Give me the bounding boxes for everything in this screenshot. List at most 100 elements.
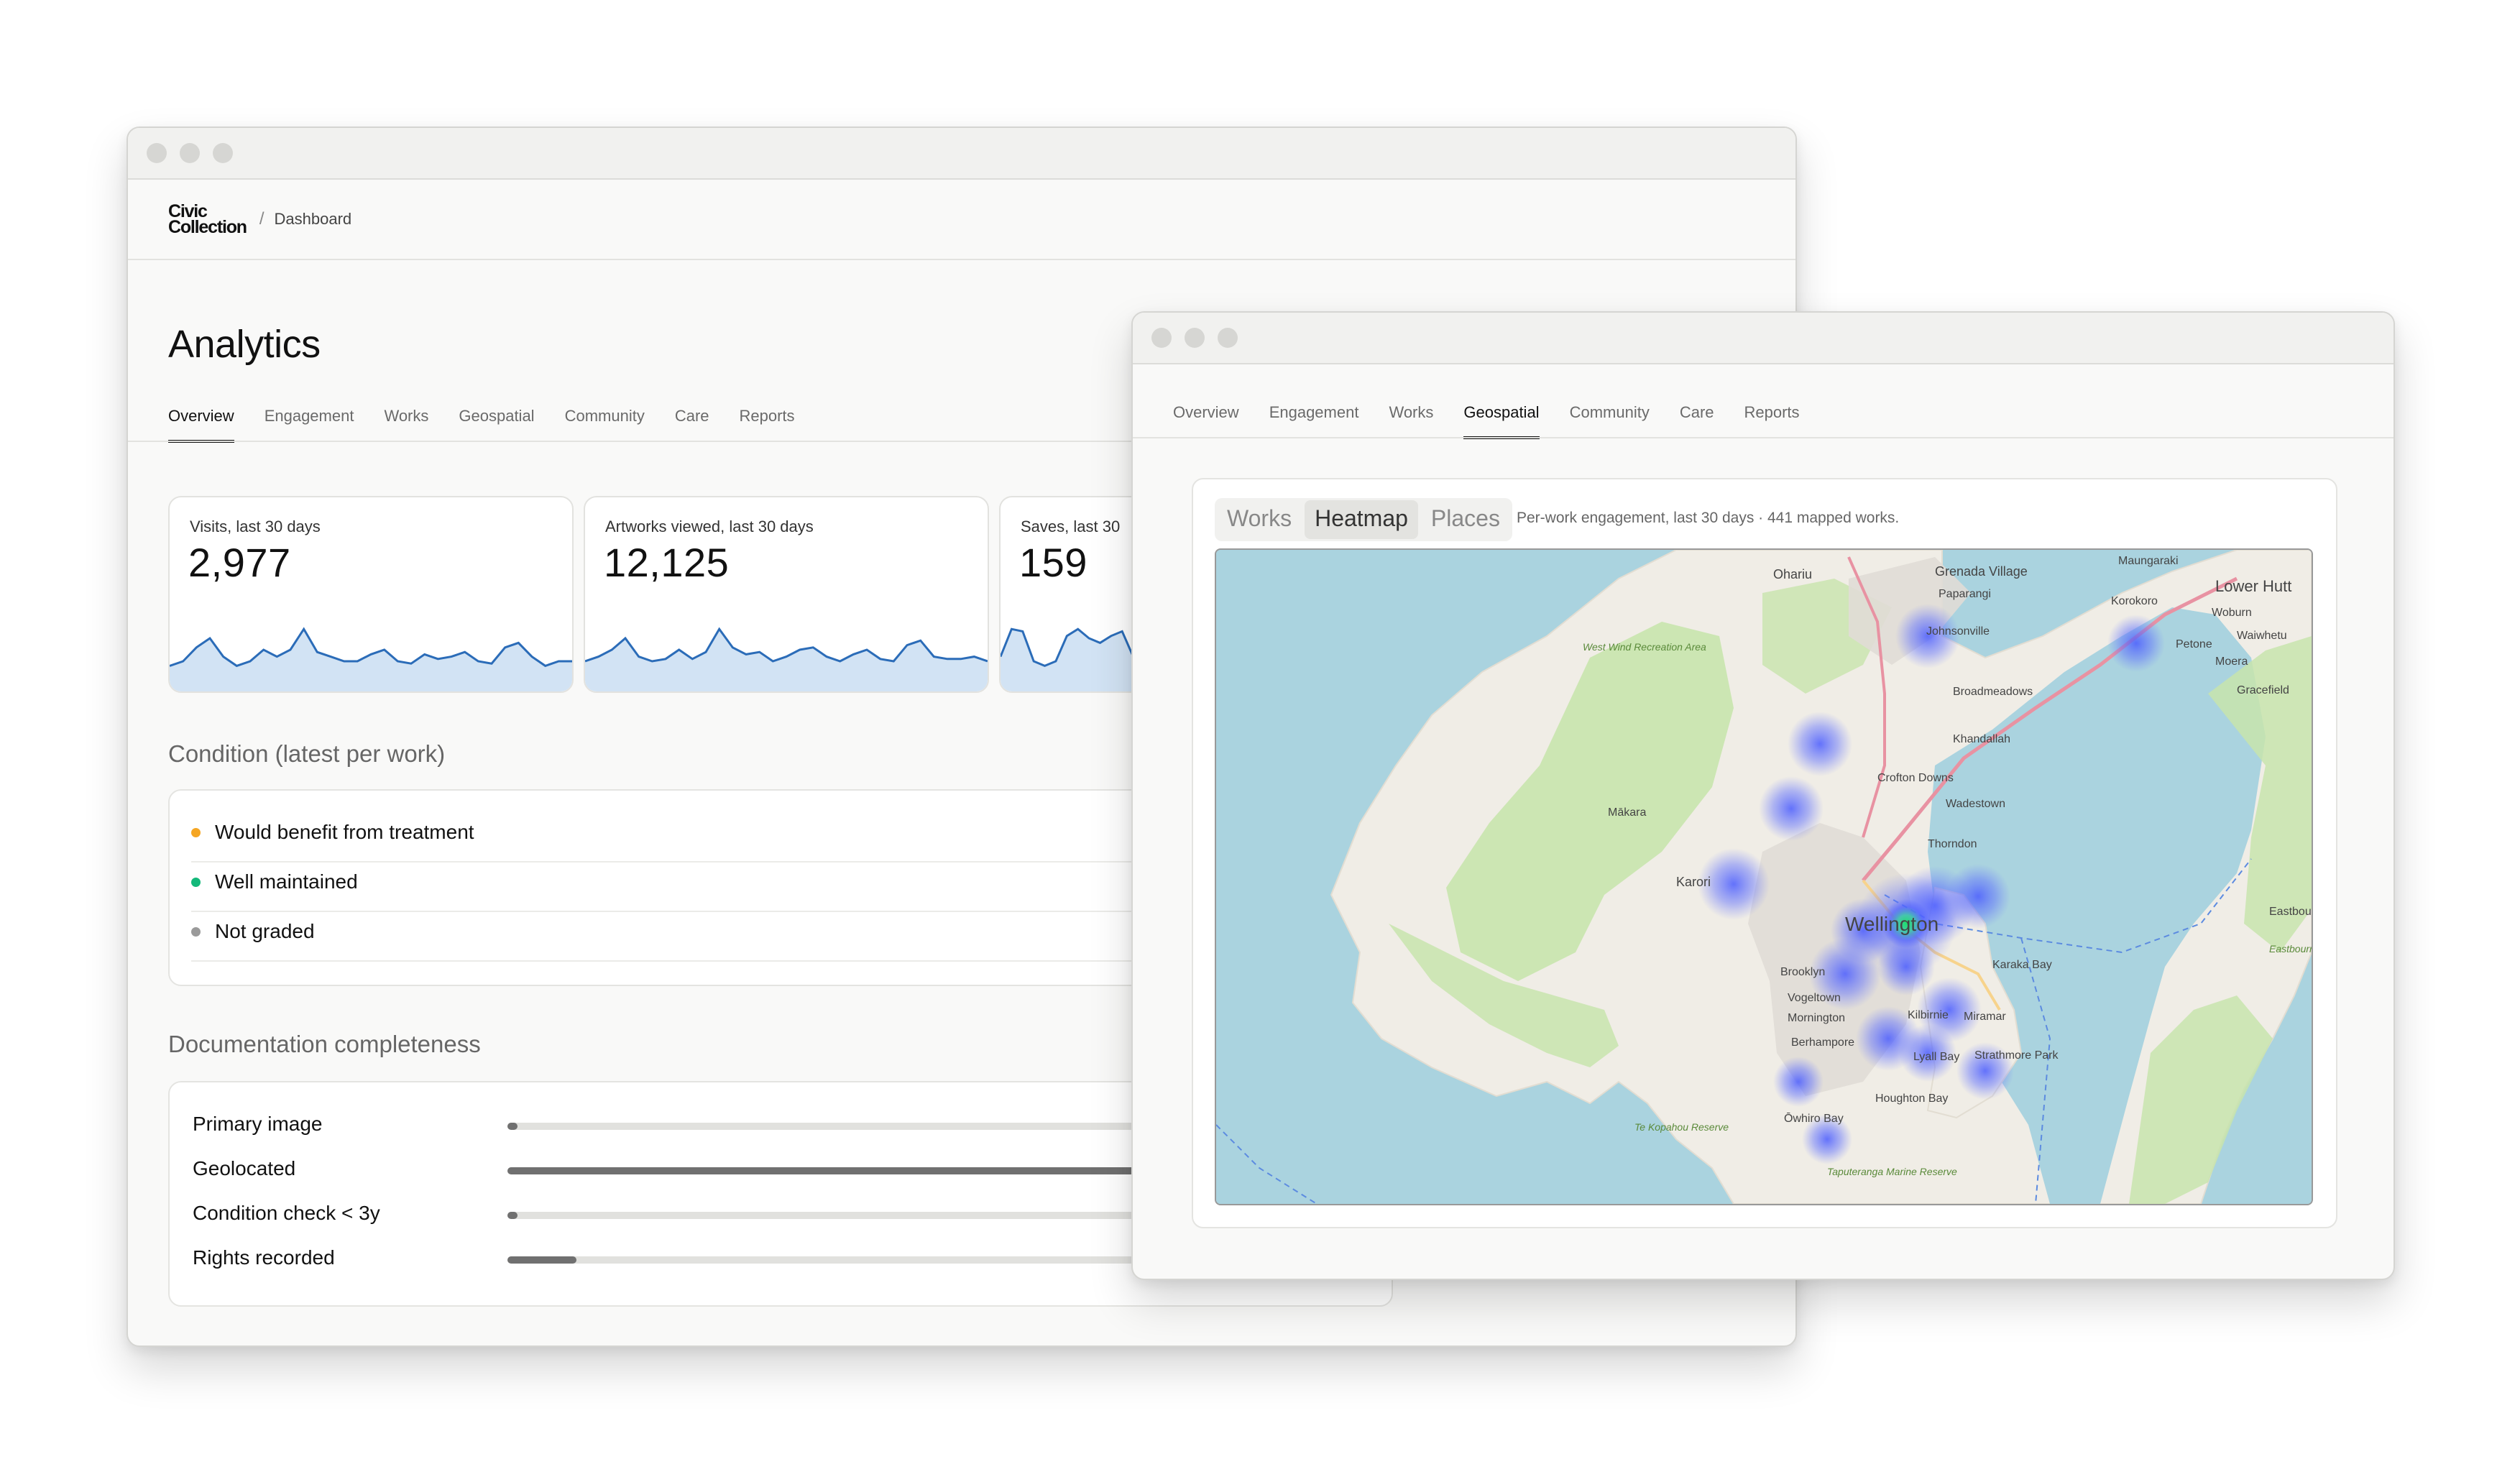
map-label: Houghton Bay: [1875, 1092, 1948, 1105]
documentation-label: Rights recorded: [193, 1246, 335, 1269]
tab-care[interactable]: Care: [1680, 403, 1714, 439]
segment-heatmap[interactable]: Heatmap: [1305, 500, 1418, 539]
window-titlebar: [1133, 313, 2393, 364]
window-minimize-button[interactable]: [1185, 328, 1205, 348]
breadcrumb[interactable]: Dashboard: [275, 210, 352, 229]
tab-works[interactable]: Works: [384, 407, 428, 443]
breadcrumb-separator: /: [259, 209, 265, 229]
heat-point: [1946, 864, 2010, 929]
map-label: Te Kopahou Reserve: [1634, 1121, 1729, 1133]
map-label: Karaka Bay: [1992, 959, 2052, 971]
sparkline-area: [585, 629, 988, 691]
map-label: Ōwhiro Bay: [1784, 1112, 1844, 1125]
map-label: Wadestown: [1946, 798, 2005, 810]
status-dot-icon: [191, 827, 201, 837]
tab-works[interactable]: Works: [1389, 403, 1433, 439]
window-close-button[interactable]: [147, 143, 167, 163]
map-mode-segmented-control: Works Heatmap Places: [1215, 498, 1512, 541]
progress-fill: [507, 1123, 518, 1130]
map-label: Kilbirnie: [1908, 1009, 1949, 1021]
heat-point: [2107, 615, 2165, 672]
kpi-card[interactable]: Visits, last 30 days 2,977: [168, 496, 574, 693]
progress-fill: [507, 1167, 1180, 1174]
tab-engagement[interactable]: Engagement: [265, 407, 354, 443]
tab-engagement[interactable]: Engagement: [1269, 403, 1359, 439]
window-close-button[interactable]: [1151, 328, 1172, 348]
window-titlebar: [128, 128, 1795, 180]
map-label: Karori: [1676, 875, 1711, 889]
tab-overview[interactable]: Overview: [168, 407, 234, 443]
window-zoom-button[interactable]: [1218, 328, 1238, 348]
geospatial-window: Overview Engagement Works Geospatial Communi…: [1131, 311, 2395, 1280]
kpi-label: Visits, last 30 days: [190, 518, 321, 535]
map-label: Khandallah: [1953, 733, 2010, 745]
map-label: Gracefield: [2237, 684, 2289, 696]
kpi-value: 12,125: [604, 540, 730, 585]
map-label: Berhampore: [1791, 1036, 1854, 1049]
map-label: Crofton Downs: [1877, 772, 1954, 784]
condition-label: Not graded: [215, 920, 315, 942]
window-zoom-button[interactable]: [213, 143, 233, 163]
heat-point: [1759, 776, 1824, 841]
map-label: Grenada Village: [1935, 564, 2028, 579]
condition-label: Would benefit from treatment: [215, 821, 474, 843]
condition-item[interactable]: Would benefit from treatment: [191, 821, 474, 844]
map-label: Wellington: [1845, 913, 1939, 935]
kpi-value: 2,977: [188, 540, 291, 585]
sparkline-area: [1001, 629, 1144, 691]
map-label: Korokoro: [2111, 595, 2158, 607]
tab-care[interactable]: Care: [675, 407, 709, 443]
map-label: Waiwhetu: [2237, 630, 2287, 642]
map-label: Ohariu: [1773, 567, 1812, 581]
condition-title: Condition (latest per work): [168, 740, 446, 767]
map-label: Paparangi: [1939, 588, 1991, 600]
kpi-sparkline: [585, 627, 988, 691]
heat-point: [1788, 712, 1852, 776]
analytics-tabs: Overview Engagement Works Geospatial Communi…: [168, 407, 795, 443]
app-logo[interactable]: Civic Collection: [168, 203, 247, 236]
status-dot-icon: [191, 926, 201, 937]
kpi-label: Artworks viewed, last 30 days: [605, 518, 814, 535]
condition-label: Well maintained: [215, 870, 358, 893]
tab-reports[interactable]: Reports: [1744, 403, 1800, 439]
map-label: Eastbourne: [2269, 906, 2312, 918]
kpi-value: 159: [1019, 540, 1087, 585]
map-label: Lyall Bay: [1913, 1051, 1959, 1063]
kpi-card[interactable]: Artworks viewed, last 30 days 12,125: [584, 496, 989, 693]
heatmap-map[interactable]: Ohariu Grenada Village Paparangi Maungaraki…: [1215, 548, 2313, 1205]
map-label: Broadmeadows: [1953, 686, 2033, 698]
tab-geospatial[interactable]: Geospatial: [459, 407, 534, 443]
map-label: Brooklyn: [1780, 966, 1825, 978]
documentation-label: Condition check < 3y: [193, 1202, 380, 1224]
map-label: Lower Hutt: [2215, 577, 2291, 595]
segment-places[interactable]: Places: [1421, 500, 1510, 539]
kpi-label: Saves, last 30: [1021, 518, 1121, 535]
progress-fill: [507, 1256, 576, 1264]
status-dot-icon: [191, 877, 201, 887]
kpi-sparkline: [170, 627, 572, 691]
geospatial-tabs: Overview Engagement Works Geospatial Communi…: [1173, 403, 1800, 439]
tabs-divider: [1133, 437, 2393, 438]
condition-item[interactable]: Not graded: [191, 920, 315, 943]
map-label: West Wind Recreation Area: [1583, 641, 1706, 653]
map-label: Strathmore Park: [1974, 1049, 2059, 1062]
tab-geospatial[interactable]: Geospatial: [1463, 403, 1540, 439]
page-title: Analytics: [168, 323, 321, 366]
progress-fill: [507, 1212, 518, 1219]
tab-community[interactable]: Community: [1570, 403, 1650, 439]
map-label: Miramar: [1964, 1011, 2006, 1023]
app-header: Civic Collection / Dashboard: [128, 180, 1795, 260]
map-label: Woburn: [2212, 607, 2252, 619]
documentation-label: Primary image: [193, 1113, 323, 1135]
map-label: Mākara: [1608, 806, 1646, 819]
map-caption: Per-work engagement, last 30 days · 441 …: [1517, 510, 1900, 526]
heat-point: [1773, 1057, 1824, 1107]
tab-overview[interactable]: Overview: [1173, 403, 1239, 439]
tab-reports[interactable]: Reports: [740, 407, 795, 443]
condition-item[interactable]: Well maintained: [191, 870, 358, 893]
segment-works[interactable]: Works: [1217, 500, 1302, 539]
window-minimize-button[interactable]: [180, 143, 200, 163]
tab-community[interactable]: Community: [565, 407, 645, 443]
documentation-label: Geolocated: [193, 1157, 296, 1179]
map-label: Mornington: [1788, 1012, 1845, 1024]
